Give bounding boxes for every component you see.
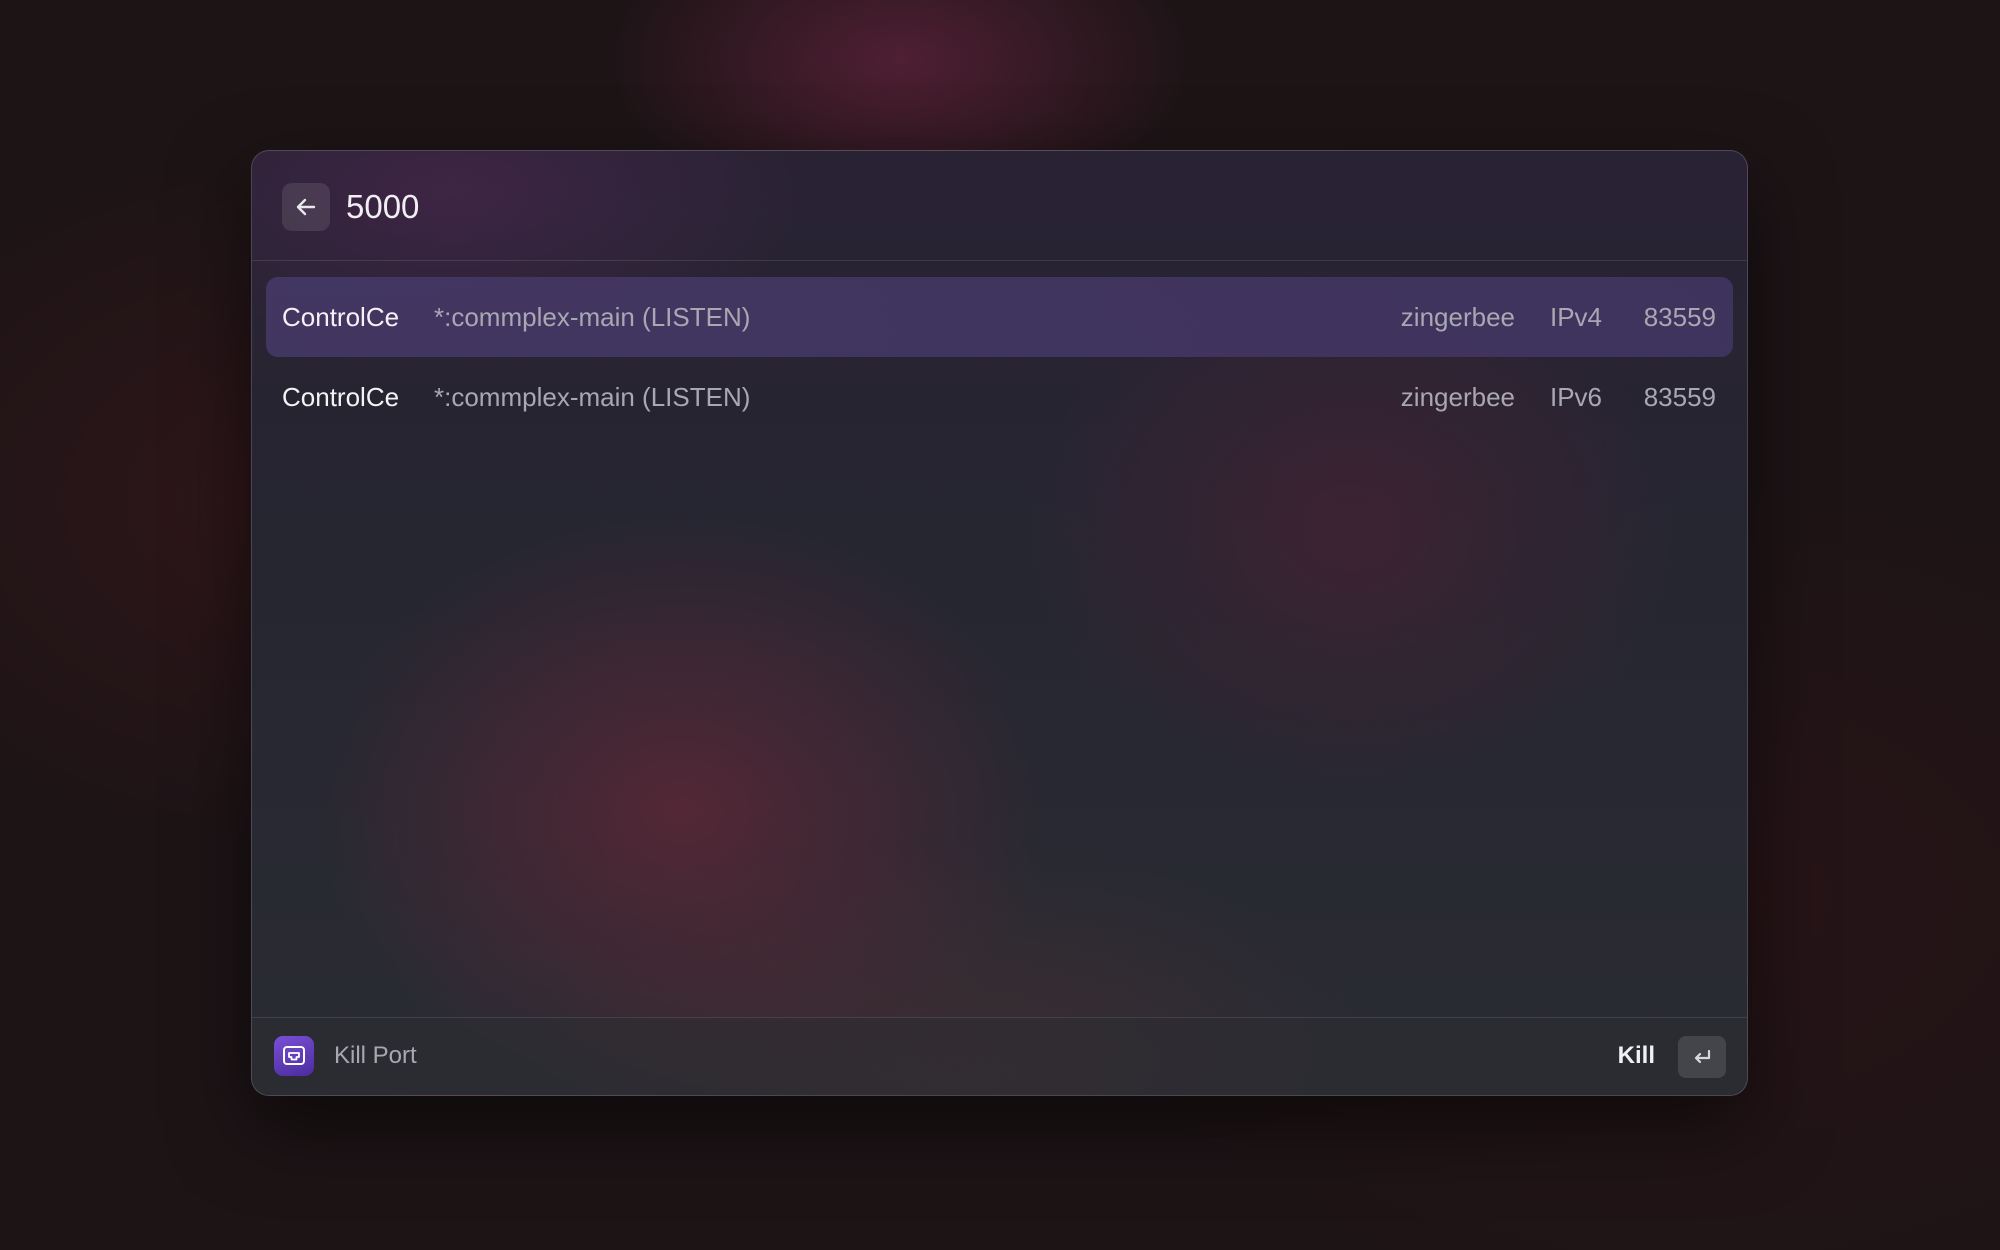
arrow-left-icon (296, 198, 316, 216)
process-pid: 83559 (1643, 382, 1716, 412)
back-button[interactable] (282, 183, 330, 231)
process-user: zingerbee (1400, 302, 1515, 332)
process-name: ControlCe (282, 302, 400, 332)
action-bar: Kill Port Kill (252, 1017, 1747, 1095)
kill-action-button[interactable]: Kill (1618, 1018, 1655, 1094)
results-list: ControlCe *:commplex-main (LISTEN) zinge… (266, 277, 1733, 437)
search-input[interactable] (346, 181, 1246, 233)
process-pid: 83559 (1643, 302, 1716, 332)
search-bar (252, 151, 1747, 261)
process-type: IPv6 (1549, 382, 1602, 412)
command-window: ControlCe *:commplex-main (LISTEN) zinge… (251, 150, 1748, 1096)
list-item[interactable]: ControlCe *:commplex-main (LISTEN) zinge… (266, 357, 1733, 437)
ethernet-port-icon (274, 1036, 314, 1076)
extension-title: Kill Port (334, 1042, 417, 1069)
return-key-icon[interactable] (1678, 1036, 1726, 1078)
process-command: *:commplex-main (LISTEN) (434, 382, 751, 412)
process-name: ControlCe (282, 382, 400, 412)
process-user: zingerbee (1400, 382, 1515, 412)
process-command: *:commplex-main (LISTEN) (434, 302, 751, 332)
list-item[interactable]: ControlCe *:commplex-main (LISTEN) zinge… (266, 277, 1733, 357)
process-type: IPv4 (1549, 302, 1602, 332)
